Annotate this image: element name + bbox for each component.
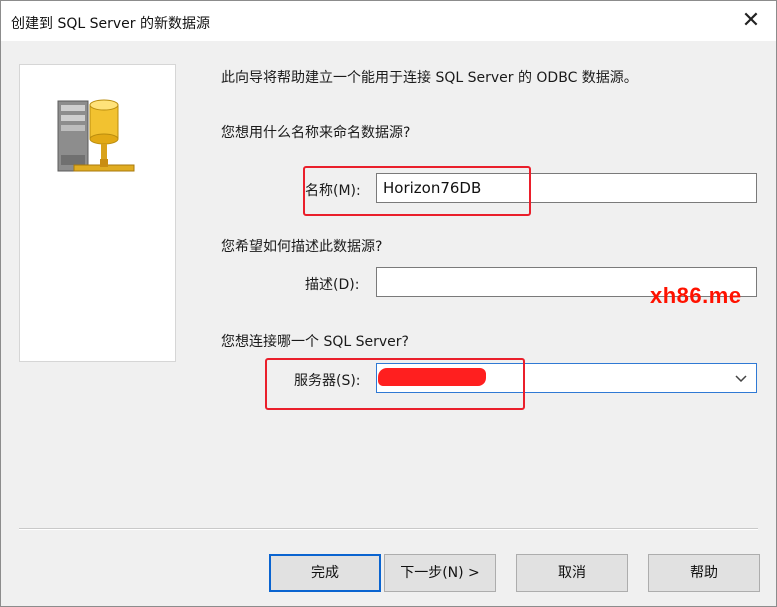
close-button[interactable]: ✕ — [736, 7, 766, 35]
description-question: 您希望如何描述此数据源? — [221, 239, 383, 255]
footer-divider — [19, 528, 758, 530]
next-button[interactable]: 下一步(N) > — [384, 554, 496, 592]
server-field-highlight — [265, 358, 525, 410]
name-question: 您想用什么名称来命名数据源? — [221, 125, 411, 141]
finish-button[interactable]: 完成 — [269, 554, 381, 592]
close-icon: ✕ — [741, 8, 761, 33]
description-label: 描述(D): — [305, 277, 360, 293]
chevron-down-icon[interactable] — [732, 368, 750, 388]
wizard-side-image — [19, 64, 176, 362]
database-server-icon — [57, 99, 135, 172]
window-title: 创建到 SQL Server 的新数据源 — [11, 16, 210, 32]
odbc-dsn-wizard-dialog: 创建到 SQL Server 的新数据源 ✕ 此向导将帮助建立一个能用于连接 S… — [0, 0, 777, 607]
cancel-button[interactable]: 取消 — [516, 554, 628, 592]
watermark-text: xh86.me — [650, 283, 742, 308]
name-field-highlight — [303, 166, 531, 216]
help-button[interactable]: 帮助 — [648, 554, 760, 592]
wizard-intro-text: 此向导将帮助建立一个能用于连接 SQL Server 的 ODBC 数据源。 — [221, 70, 638, 86]
title-bar: 创建到 SQL Server 的新数据源 ✕ — [1, 1, 776, 41]
server-question: 您想连接哪一个 SQL Server? — [221, 334, 409, 350]
